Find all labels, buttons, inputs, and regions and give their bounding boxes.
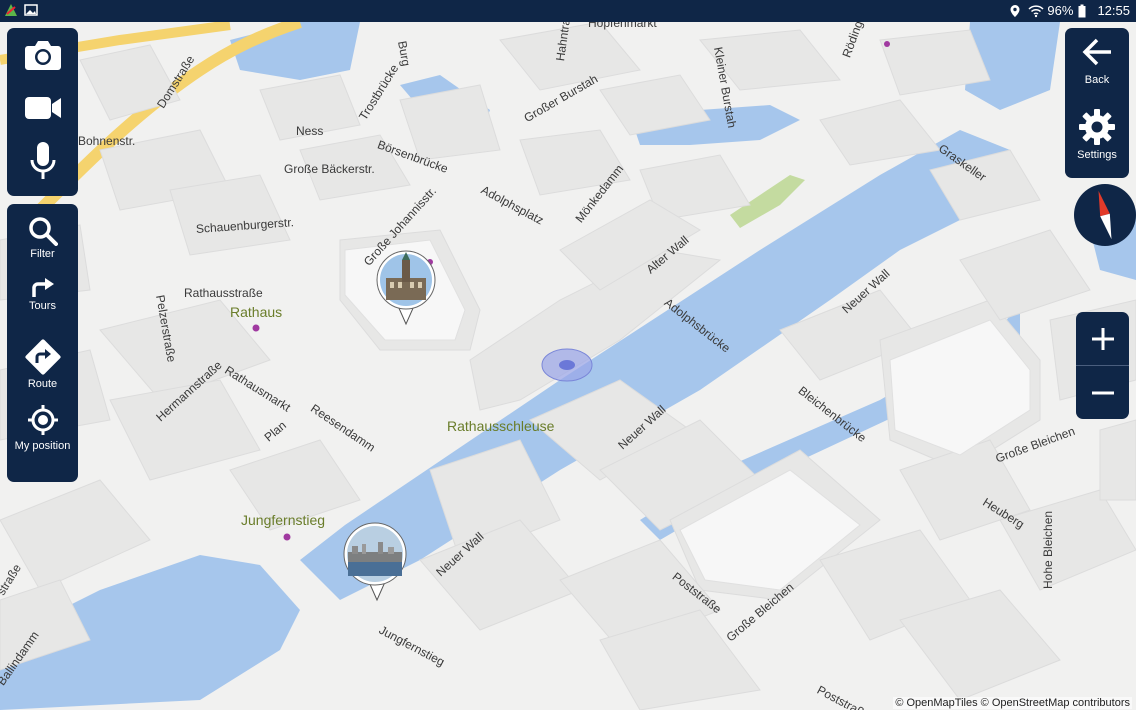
back-button[interactable]: Back	[1065, 36, 1129, 86]
minus-icon	[1091, 391, 1114, 394]
poi-dot-north	[884, 41, 890, 47]
route-label: Route	[27, 378, 58, 390]
settings-label: Settings	[1077, 149, 1117, 161]
route-button[interactable]: Route	[7, 338, 78, 390]
location-icon	[1009, 4, 1023, 18]
back-label: Back	[1084, 74, 1110, 86]
wifi-icon	[1028, 4, 1044, 18]
back-arrow-icon	[1082, 38, 1111, 66]
crosshair-icon	[27, 405, 58, 435]
media-toolbar	[7, 28, 78, 196]
street-label: Bohnenstr.	[78, 134, 136, 148]
poi-label-jungfernstieg[interactable]: Jungfernstieg	[241, 512, 325, 528]
directions-icon	[24, 339, 61, 375]
clock: 12:55	[1097, 3, 1130, 18]
street-label: Hopfenmarkt	[588, 22, 657, 30]
poi-dot-jungfernstieg	[283, 533, 291, 541]
my-position-button[interactable]: My position	[7, 404, 78, 452]
search-icon	[28, 217, 58, 246]
tours-label: Tours	[29, 300, 56, 312]
street-label: Ness	[296, 124, 324, 138]
map-view[interactable]: Domstraße Hopfenmarkt Burg Hahntrapp Nes…	[0, 22, 1136, 710]
zoom-in-button[interactable]	[1076, 312, 1129, 365]
battery-percent: 96%	[1047, 3, 1074, 18]
my-position-label: My position	[14, 440, 71, 452]
poi-label-rathaus[interactable]: Rathaus	[230, 304, 282, 320]
turn-arrow-icon	[31, 278, 54, 297]
poi-label-rathausschleuse[interactable]: Rathausschleuse	[447, 418, 554, 434]
street-label: Hohe Bleichen	[1041, 510, 1055, 589]
filter-button[interactable]: Filter	[7, 216, 78, 260]
nav-toolbar: Back Settings	[1065, 28, 1129, 178]
tools-toolbar: Filter Tours Route My position	[7, 204, 78, 482]
camera-icon	[24, 41, 61, 70]
street-label: Rathausstraße	[184, 286, 263, 300]
compass-icon	[1098, 190, 1112, 240]
zoom-controls	[1076, 312, 1129, 419]
location-dot	[559, 360, 575, 370]
filter-label: Filter	[30, 248, 55, 260]
compass-button[interactable]	[1074, 184, 1136, 246]
microphone-icon	[30, 142, 55, 179]
status-bar: 96% 12:55	[0, 0, 1136, 22]
image-notification-icon	[24, 3, 38, 17]
microphone-button[interactable]	[7, 140, 78, 182]
zoom-out-button[interactable]	[1076, 366, 1129, 419]
settings-button[interactable]: Settings	[1065, 108, 1129, 161]
map-canvas	[0, 22, 1136, 710]
gear-icon	[1079, 109, 1115, 145]
plus-icon	[1091, 327, 1114, 350]
camera-button[interactable]	[7, 38, 78, 72]
tours-button[interactable]: Tours	[7, 276, 78, 312]
video-camera-icon	[24, 97, 61, 119]
video-button[interactable]	[7, 94, 78, 122]
map-attribution[interactable]: © OpenMapTiles © OpenStreetMap contribut…	[893, 697, 1132, 709]
app-notification-icon	[4, 3, 18, 17]
battery-icon	[1078, 4, 1092, 18]
poi-dot-rathaus	[252, 324, 260, 332]
street-label: Große Bäckerstr.	[284, 162, 375, 176]
